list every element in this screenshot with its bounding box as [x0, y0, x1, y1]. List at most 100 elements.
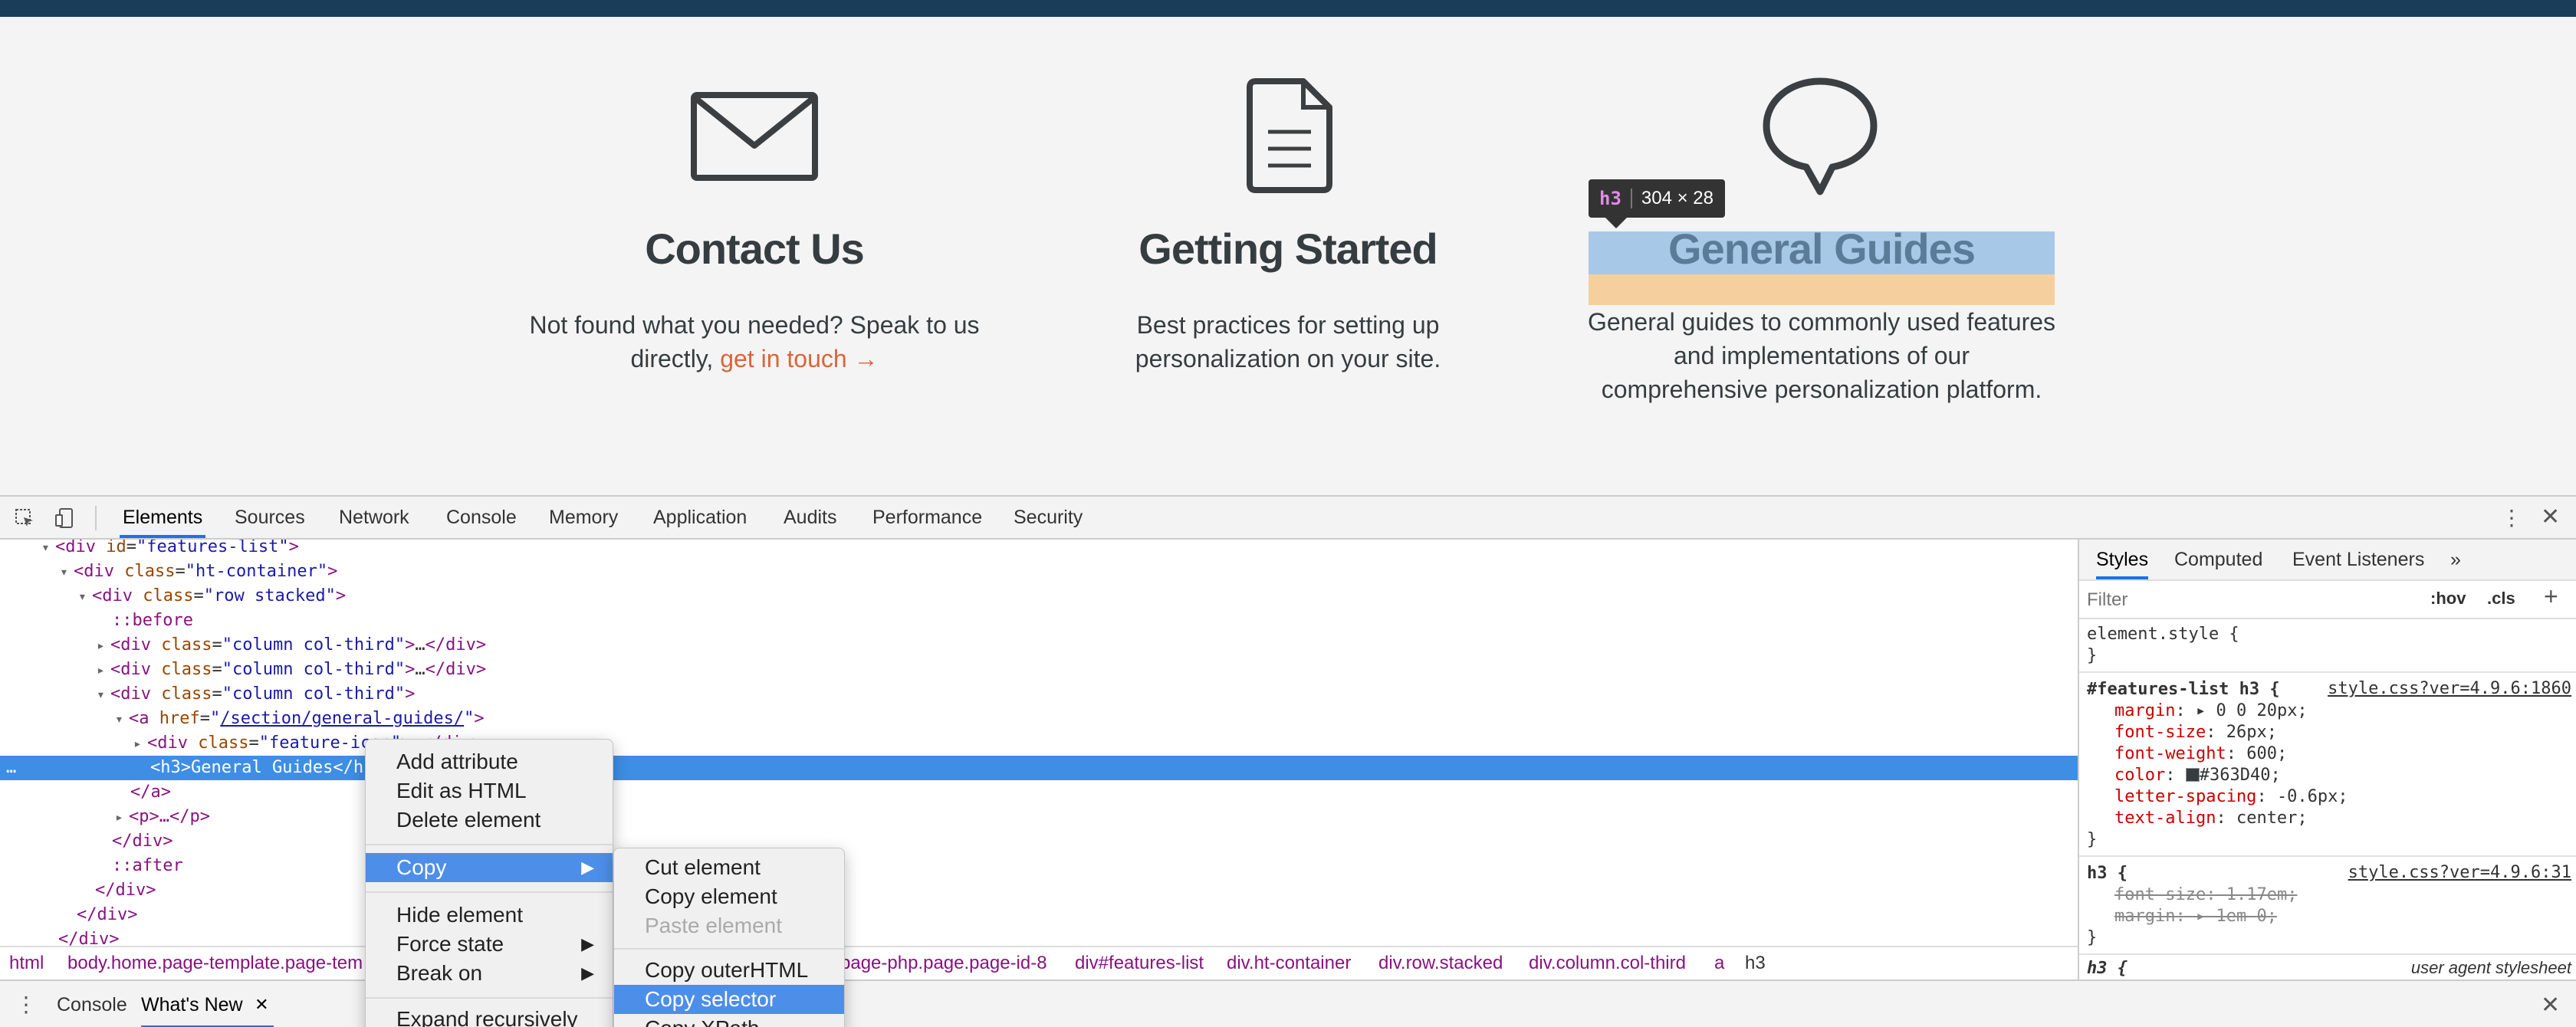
dom-node[interactable]: </div> [0, 927, 2078, 946]
menu-copy[interactable]: Copy ▶ [366, 853, 613, 882]
dom-node[interactable]: </div> [0, 903, 2078, 927]
dom-node[interactable]: ▾ <a href="/section/general-guides/"> [0, 707, 2078, 731]
new-rule-icon[interactable]: + [2544, 582, 2558, 611]
rule-source-label: user agent stylesheet [2410, 958, 2571, 977]
dom-node[interactable]: ▸ <p>…</p> [0, 805, 2078, 829]
css-declaration[interactable]: text-align: center; [2114, 808, 2308, 829]
dom-node[interactable]: </div> [0, 829, 2078, 854]
dom-node[interactable]: ▾ <div id="features-list"> [0, 540, 2078, 559]
more-options-icon[interactable]: ⋮ [2501, 506, 2522, 530]
copy-submenu: Cut element Copy element Paste element C… [613, 848, 845, 1027]
css-prop: font-size [2114, 723, 2206, 742]
hov-toggle[interactable]: :hov [2430, 589, 2466, 609]
close-drawer-icon[interactable]: ✕ [2541, 992, 2560, 1019]
tab-network[interactable]: Network [336, 497, 412, 538]
menu-hide-element[interactable]: Hide element [366, 901, 613, 930]
dom-node[interactable]: ::after [0, 854, 2078, 878]
menu-label: Copy [396, 855, 447, 879]
color-swatch[interactable] [2185, 768, 2200, 782]
element-style-rule[interactable]: element.style { [2087, 624, 2239, 645]
dom-node[interactable]: ::before [0, 609, 2078, 633]
dom-node[interactable]: ▾ <div class="ht-container"> [0, 559, 2078, 584]
tab-event-listeners[interactable]: Event Listeners [2292, 540, 2424, 579]
drawer-menu-icon[interactable]: ⋮ [15, 992, 37, 1017]
crumb-h3[interactable]: h3 [1745, 947, 1766, 979]
tooltip-tag: h3 [1599, 188, 1622, 209]
css-declaration[interactable]: font-weight: 600; [2114, 743, 2287, 765]
dom-node-selected[interactable]: … <h3>General Guides</h [0, 756, 2078, 780]
close-tab-icon[interactable]: ✕ [255, 981, 268, 1027]
menu-expand-recursively[interactable]: Expand recursively [366, 1005, 613, 1027]
css-value: 26px; [2226, 723, 2277, 742]
dom-node[interactable]: </div> [0, 878, 2078, 903]
dom-node[interactable]: ▾ <div class="column col-third"> [0, 682, 2078, 707]
tab-elements[interactable]: Elements [120, 497, 206, 538]
dom-node[interactable]: </a> [0, 780, 2078, 805]
crumb-a[interactable]: a [1714, 947, 1724, 979]
envelope-icon [691, 92, 818, 181]
desc-text: directly, [630, 345, 721, 372]
get-in-touch-link[interactable]: get in touch → [720, 345, 878, 372]
tab-styles[interactable]: Styles [2096, 540, 2149, 579]
css-declaration-overridden[interactable]: margin: ▸ 1em 0; [2114, 906, 2277, 927]
drawer-tab-whats-new[interactable]: What's New ✕ [141, 981, 274, 1027]
rule-selector[interactable]: #features-list h3 { [2087, 679, 2280, 701]
more-tabs-icon[interactable]: » [2450, 540, 2461, 579]
dom-node[interactable]: ▾ <div class="row stacked"> [0, 584, 2078, 609]
rule-selector[interactable]: h3 { [2087, 958, 2128, 979]
dom-node[interactable]: ▸<div class="feature-icon">…</div> [0, 731, 2078, 756]
tab-performance[interactable]: Performance [869, 497, 985, 538]
cls-toggle[interactable]: .cls [2487, 589, 2515, 609]
css-declaration[interactable]: letter-spacing: -0.6px; [2114, 786, 2348, 808]
crumb-column[interactable]: div.column.col-third [1529, 947, 1686, 979]
css-declaration[interactable]: font-size: 26px; [2114, 722, 2277, 743]
collapsed-ellipsis: … [415, 660, 426, 679]
css-declaration[interactable]: color: #363D40; [2114, 765, 2281, 786]
crumb-body[interactable]: body.home.page-template.page-tem [67, 947, 363, 979]
crumb-features-list[interactable]: div#features-list [1075, 947, 1204, 979]
feature-title: Contact Us [645, 225, 865, 273]
tab-audits[interactable]: Audits [780, 497, 840, 538]
tab-sources[interactable]: Sources [232, 497, 308, 538]
menu-copy-element[interactable]: Copy element [614, 882, 844, 911]
device-toolbar-icon[interactable] [54, 507, 75, 529]
rule-source-link[interactable]: style.css?ver=4.9.6:1860 [2328, 679, 2571, 698]
tab-computed[interactable]: Computed [2174, 540, 2262, 579]
menu-edit-as-html[interactable]: Edit as HTML [366, 776, 613, 806]
drawer-tab-console[interactable]: Console [57, 981, 127, 1027]
dom-node[interactable]: ▸ <div class="column col-third">…</div> [0, 633, 2078, 658]
crumb-html[interactable]: html [9, 947, 44, 979]
inspect-element-icon[interactable] [14, 507, 35, 529]
menu-copy-outerhtml[interactable]: Copy outerHTML [614, 956, 844, 985]
css-declaration[interactable]: margin: ▸ 0 0 20px; [2114, 701, 2308, 722]
menu-divider [614, 948, 844, 950]
styles-filter-input[interactable] [2087, 587, 2409, 613]
css-prop: text-align [2114, 809, 2216, 828]
rule-selector[interactable]: h3 { [2087, 863, 2128, 884]
node-actions-dots[interactable]: … [6, 756, 16, 780]
menu-copy-xpath[interactable]: Copy XPath [614, 1014, 844, 1027]
tab-application[interactable]: Application [650, 497, 750, 538]
menu-cut-element[interactable]: Cut element [614, 853, 844, 882]
tab-memory[interactable]: Memory [546, 497, 621, 538]
menu-break-on[interactable]: Break on ▶ [366, 959, 613, 988]
href-link[interactable]: /section/general-guides/ [220, 709, 464, 728]
menu-copy-selector[interactable]: Copy selector [614, 985, 844, 1014]
css-declaration-overridden[interactable]: font-size: 1.17em; [2114, 884, 2297, 906]
crumb-ht-container[interactable]: div.ht-container [1227, 947, 1351, 979]
crumb-page[interactable]: page-php.page.page-id-8 [840, 947, 1047, 979]
rule-divider [2079, 855, 2576, 857]
css-prop: font-weight [2114, 744, 2226, 763]
menu-divider [366, 997, 613, 999]
tab-security[interactable]: Security [1010, 497, 1086, 538]
dom-node[interactable]: ▸ <div class="column col-third">…</div> [0, 658, 2078, 682]
rule-source-link[interactable]: style.css?ver=4.9.6:31 [2348, 863, 2571, 882]
feature-general-guides[interactable]: General Guides General guides to commonl… [1584, 17, 2059, 497]
menu-force-state[interactable]: Force state ▶ [366, 930, 613, 959]
close-devtools-icon[interactable]: ✕ [2541, 504, 2560, 530]
tab-console[interactable]: Console [443, 497, 520, 538]
feature-description: General guides to commonly used features… [1584, 305, 2059, 406]
menu-delete-element[interactable]: Delete element [366, 806, 613, 835]
menu-add-attribute[interactable]: Add attribute [366, 747, 613, 776]
crumb-row-stacked[interactable]: div.row.stacked [1378, 947, 1503, 979]
